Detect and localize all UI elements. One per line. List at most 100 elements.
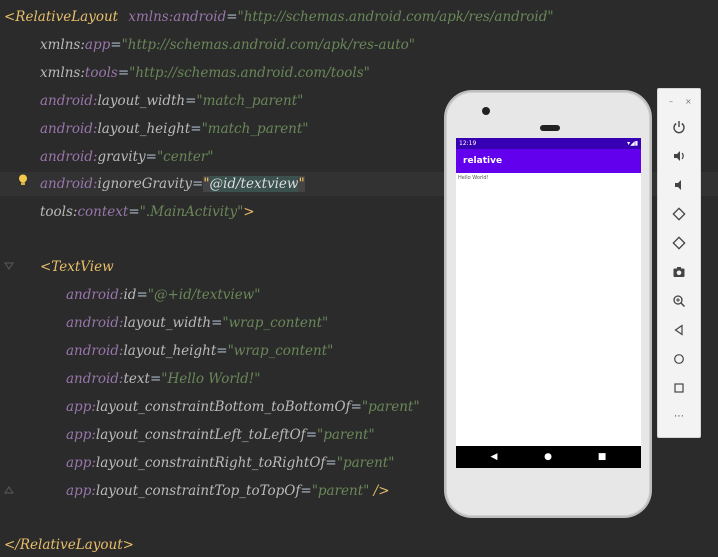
emulator-phone: 12:19 ▾◢▮ relative Hello World! ◀ ● ■ <box>446 92 650 516</box>
attr-value: ".MainActivity" <box>139 204 244 220</box>
code-line-10[interactable]: <TextView <box>40 255 114 279</box>
emulator-toolbar: – × ⋯ <box>657 88 701 438</box>
volume-down-button[interactable] <box>667 173 691 197</box>
power-icon <box>673 121 685 134</box>
code-line-13[interactable]: android:layout_height="wrap_content" <box>66 339 333 363</box>
device-screen[interactable]: 12:19 ▾◢▮ relative Hello World! <box>456 138 641 468</box>
signal-battery-icons: ▾◢▮ <box>627 140 638 147</box>
power-button[interactable] <box>667 115 691 139</box>
attr-value: "http://schemas.android.com/apk/res/andr… <box>237 9 554 25</box>
navigation-bar: ◀ ● ■ <box>456 446 641 468</box>
code-line-3[interactable]: xmlns:tools="http://schemas.android.com/… <box>40 61 370 85</box>
ns-prefix: xmlns: <box>40 65 85 81</box>
equals: = <box>128 204 140 220</box>
attr-name: id <box>123 287 137 303</box>
status-bar: 12:19 ▾◢▮ <box>456 138 641 149</box>
lightbulb-icon[interactable] <box>18 174 28 186</box>
attr-value: "@+id/textview" <box>147 287 261 303</box>
attr-name: layout_constraintRight_toRightOf <box>95 455 326 471</box>
attr-value: "parent" <box>336 455 395 471</box>
tag-close: /> <box>369 483 390 499</box>
code-line-5[interactable]: android:layout_height="match_parent" <box>40 117 309 141</box>
rotate-right-button[interactable] <box>667 231 691 255</box>
equals: = <box>145 149 157 165</box>
attr-name: layout_width <box>97 93 186 109</box>
rotate-left-button[interactable] <box>667 202 691 226</box>
close-button[interactable]: × <box>685 97 692 106</box>
fold-icon[interactable] <box>4 485 14 495</box>
status-time: 12:19 <box>459 140 477 147</box>
home-toolbar-button[interactable] <box>667 347 691 371</box>
equals: = <box>211 315 223 331</box>
camera-icon <box>673 267 685 277</box>
back-toolbar-button[interactable] <box>667 318 691 342</box>
tag-close: > <box>243 204 255 220</box>
attr-value: "parent" <box>361 399 420 415</box>
attr-value: "parent" <box>317 427 375 443</box>
attr-value: "wrap_content" <box>222 315 329 331</box>
back-triangle-icon <box>674 324 683 336</box>
window-controls: – × <box>658 97 700 109</box>
equals: = <box>300 483 312 499</box>
speaker-grille <box>540 125 560 131</box>
back-button[interactable]: ◀ <box>484 446 504 468</box>
attr-name: layout_height <box>97 121 191 137</box>
camera-icon <box>482 107 490 115</box>
ns-prefix: xmlns: <box>128 9 174 25</box>
quote-highlight: " <box>203 176 210 192</box>
code-line-15[interactable]: app:layout_constraintBottom_toBottomOf="… <box>66 395 420 419</box>
attr-name: text <box>123 371 150 387</box>
equals: = <box>350 399 362 415</box>
code-line-16[interactable]: app:layout_constraintLeft_toLeftOf="pare… <box>66 423 375 447</box>
attr-value: "center" <box>156 149 214 165</box>
app-bar: relative <box>456 149 641 173</box>
recents-button[interactable]: ■ <box>592 446 612 468</box>
attr-name: gravity <box>97 149 146 165</box>
code-line-18[interactable]: app:layout_constraintTop_toTopOf="parent… <box>66 479 390 503</box>
code-line-12[interactable]: android:layout_width="wrap_content" <box>66 311 328 335</box>
attr-name: layout_constraintLeft_toLeftOf <box>95 427 306 443</box>
ns-prefix: android: <box>66 371 124 387</box>
attr-name: layout_height <box>123 343 217 359</box>
volume-up-button[interactable] <box>667 144 691 168</box>
tag-open: <TextView <box>40 259 114 275</box>
equals: = <box>110 37 122 53</box>
screenshot-button[interactable] <box>667 260 691 284</box>
more-button[interactable]: ⋯ <box>667 405 691 429</box>
quote-highlight: " <box>298 176 305 192</box>
code-line-14[interactable]: android:text="Hello World!" <box>66 367 260 391</box>
ns-prefix: android: <box>40 93 98 109</box>
code-line-11[interactable]: android:id="@+id/textview" <box>66 283 260 307</box>
attr-name: layout_constraintBottom_toBottomOf <box>95 399 351 415</box>
zoom-button[interactable] <box>667 289 691 313</box>
ns-prefix: android: <box>40 121 98 137</box>
volume-down-icon <box>675 180 681 190</box>
code-line-1[interactable]: <RelativeLayout xmlns:android="http://sc… <box>4 5 554 29</box>
attr-value: "Hello World!" <box>161 371 261 387</box>
app-title: relative <box>463 156 503 166</box>
attr-value: "match_parent" <box>201 121 309 137</box>
ns-prefix: xmlns: <box>40 37 85 53</box>
code-line-2[interactable]: xmlns:app="http://schemas.android.com/ap… <box>40 33 415 57</box>
code-line-17[interactable]: app:layout_constraintRight_toRightOf="pa… <box>66 451 394 475</box>
code-line-6[interactable]: android:gravity="center" <box>40 145 213 169</box>
attr-name: layout_constraintTop_toTopOf <box>95 483 301 499</box>
equals: = <box>117 65 130 81</box>
home-button[interactable]: ● <box>538 446 558 468</box>
ns-prefix: app: <box>66 427 96 443</box>
overview-toolbar-button[interactable] <box>667 376 691 400</box>
equals: = <box>185 93 197 109</box>
code-line-8[interactable]: tools:context=".MainActivity"> <box>40 200 255 224</box>
ns-prefix: app: <box>66 399 96 415</box>
minimize-button[interactable]: – <box>669 97 673 106</box>
code-line-20[interactable]: </RelativeLayout> <box>4 533 134 557</box>
volume-up-icon <box>674 151 684 161</box>
more-icon: ⋯ <box>674 411 684 422</box>
tag-close: </RelativeLayout> <box>4 537 134 553</box>
rotate-right-icon <box>672 236 686 250</box>
equals: = <box>190 121 202 137</box>
tag-open: <RelativeLayout <box>4 9 119 25</box>
attr-value: "match_parent" <box>196 93 304 109</box>
fold-icon[interactable] <box>4 261 14 271</box>
code-line-4[interactable]: android:layout_width="match_parent" <box>40 89 303 113</box>
